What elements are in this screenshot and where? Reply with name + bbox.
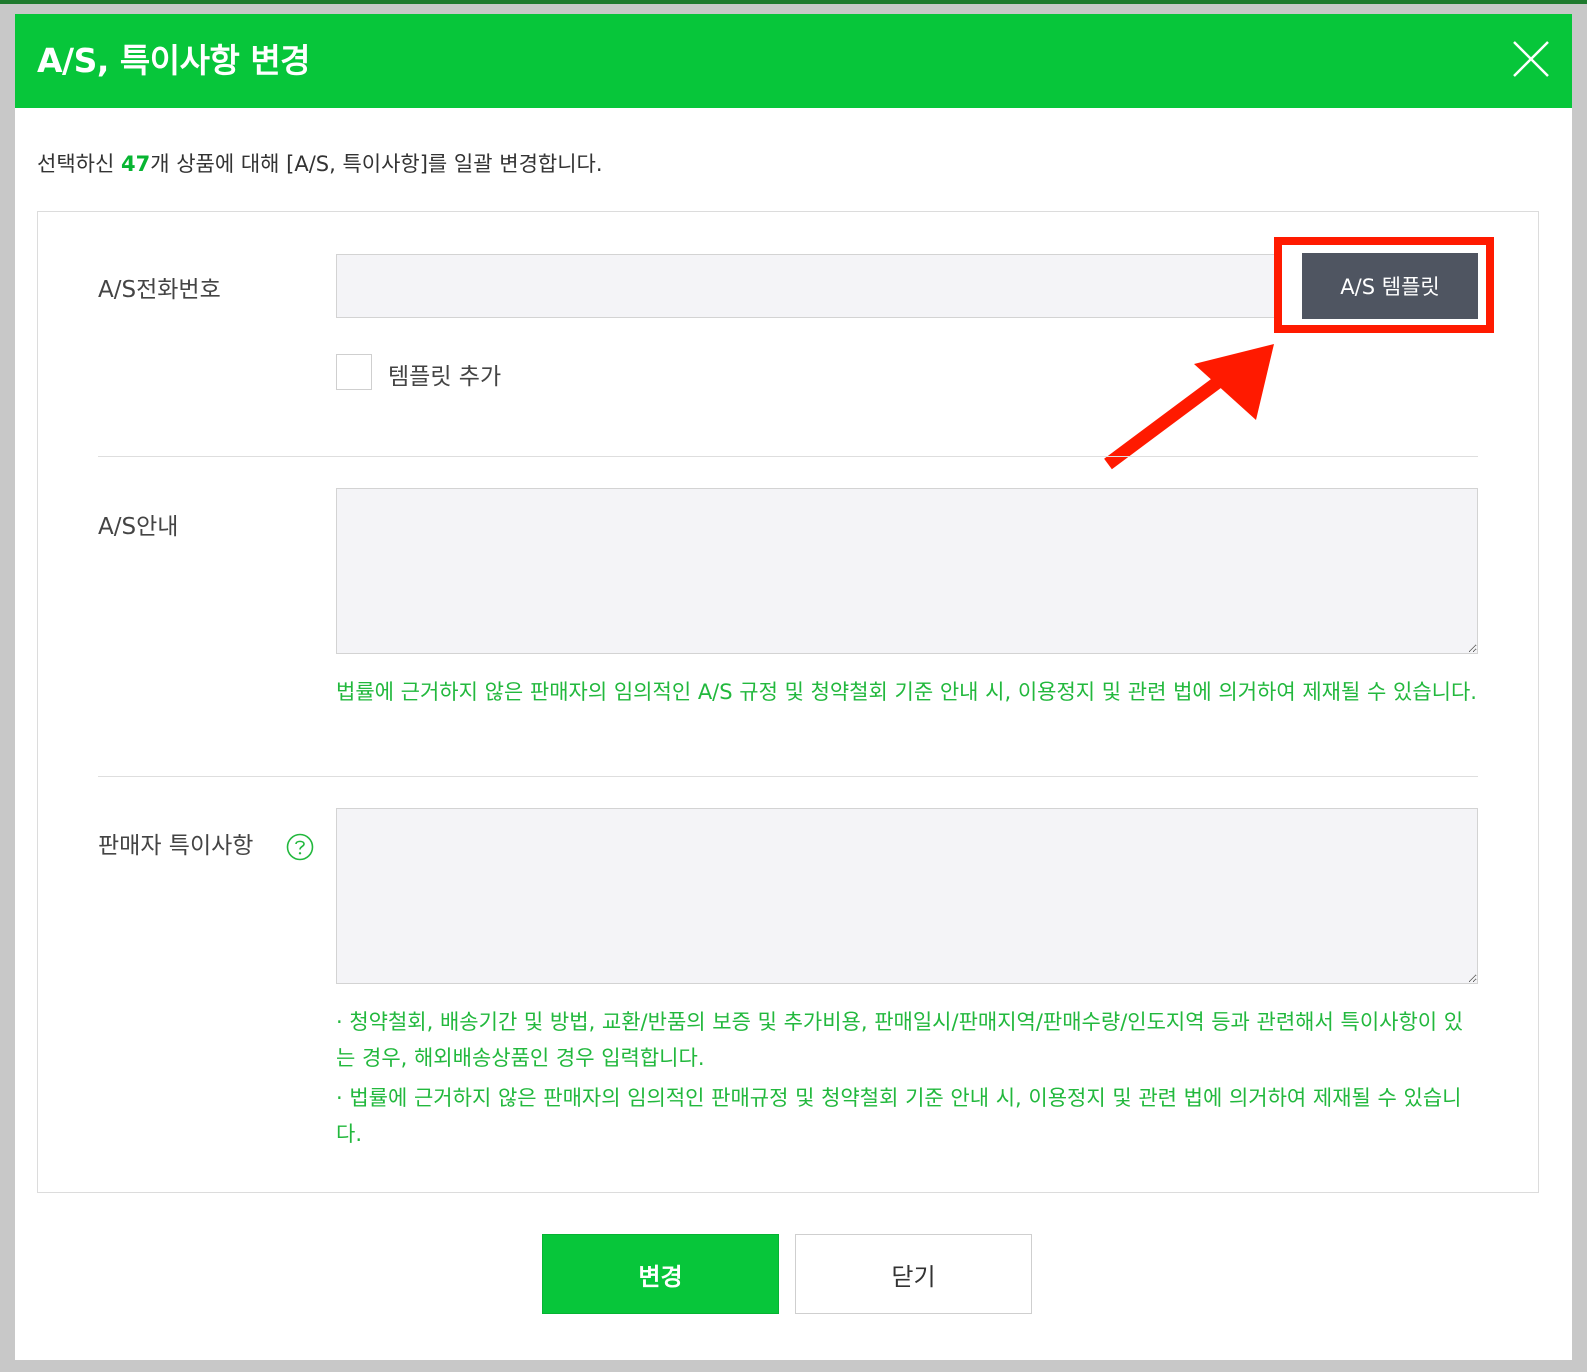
seller-notes-label: 판매자 특이사항 <box>98 833 254 859</box>
dialog-header: A/S, 특이사항 변경 <box>15 14 1572 108</box>
seller-notes-textarea[interactable] <box>336 808 1478 984</box>
close-icon[interactable] <box>1508 36 1554 82</box>
intro-prefix: 선택하신 <box>37 152 121 176</box>
section-divider <box>98 456 1478 457</box>
as-template-button[interactable]: A/S 템플릿 <box>1302 253 1478 319</box>
seller-notes-notice-1: · 청약철회, 배송기간 및 방법, 교환/반품의 보증 및 추가비용, 판매일… <box>336 1010 1464 1070</box>
as-phone-label: A/S전화번호 <box>98 277 221 303</box>
as-phone-input[interactable] <box>336 254 1280 318</box>
add-template-checkbox[interactable] <box>336 354 372 390</box>
confirm-change-button[interactable]: 변경 <box>542 1234 779 1314</box>
as-notes-dialog: A/S, 특이사항 변경 선택하신 47개 상품에 대해 [A/S, 특이사항]… <box>15 14 1572 1360</box>
selected-count: 47 <box>120 152 151 176</box>
window-top-strip <box>0 0 1587 4</box>
close-button[interactable]: 닫기 <box>795 1234 1032 1314</box>
add-template-label: 템플릿 추가 <box>388 364 502 390</box>
dialog-title: A/S, 특이사항 변경 <box>37 41 311 80</box>
intro-text: 선택하신 47개 상품에 대해 [A/S, 특이사항]를 일괄 변경합니다. <box>37 148 603 178</box>
intro-suffix: 개 상품에 대해 [A/S, 특이사항]를 일괄 변경합니다. <box>150 152 603 176</box>
as-info-textarea[interactable] <box>336 488 1478 654</box>
seller-notes-notice-2: · 법률에 근거하지 않은 판매자의 임의적인 판매규정 및 청약철회 기준 안… <box>336 1086 1462 1146</box>
as-info-label: A/S안내 <box>98 514 179 540</box>
as-info-notice: 법률에 근거하지 않은 판매자의 임의적인 A/S 규정 및 청약철회 기준 안… <box>336 680 1477 704</box>
section-divider <box>98 776 1478 777</box>
pointer-arrow-icon <box>1104 344 1274 470</box>
form-panel: A/S전화번호 A/S 템플릿 템플릿 추가 A/S안내 법률에 근거하지 않은… <box>37 211 1539 1193</box>
question-circle-icon[interactable] <box>286 833 314 861</box>
